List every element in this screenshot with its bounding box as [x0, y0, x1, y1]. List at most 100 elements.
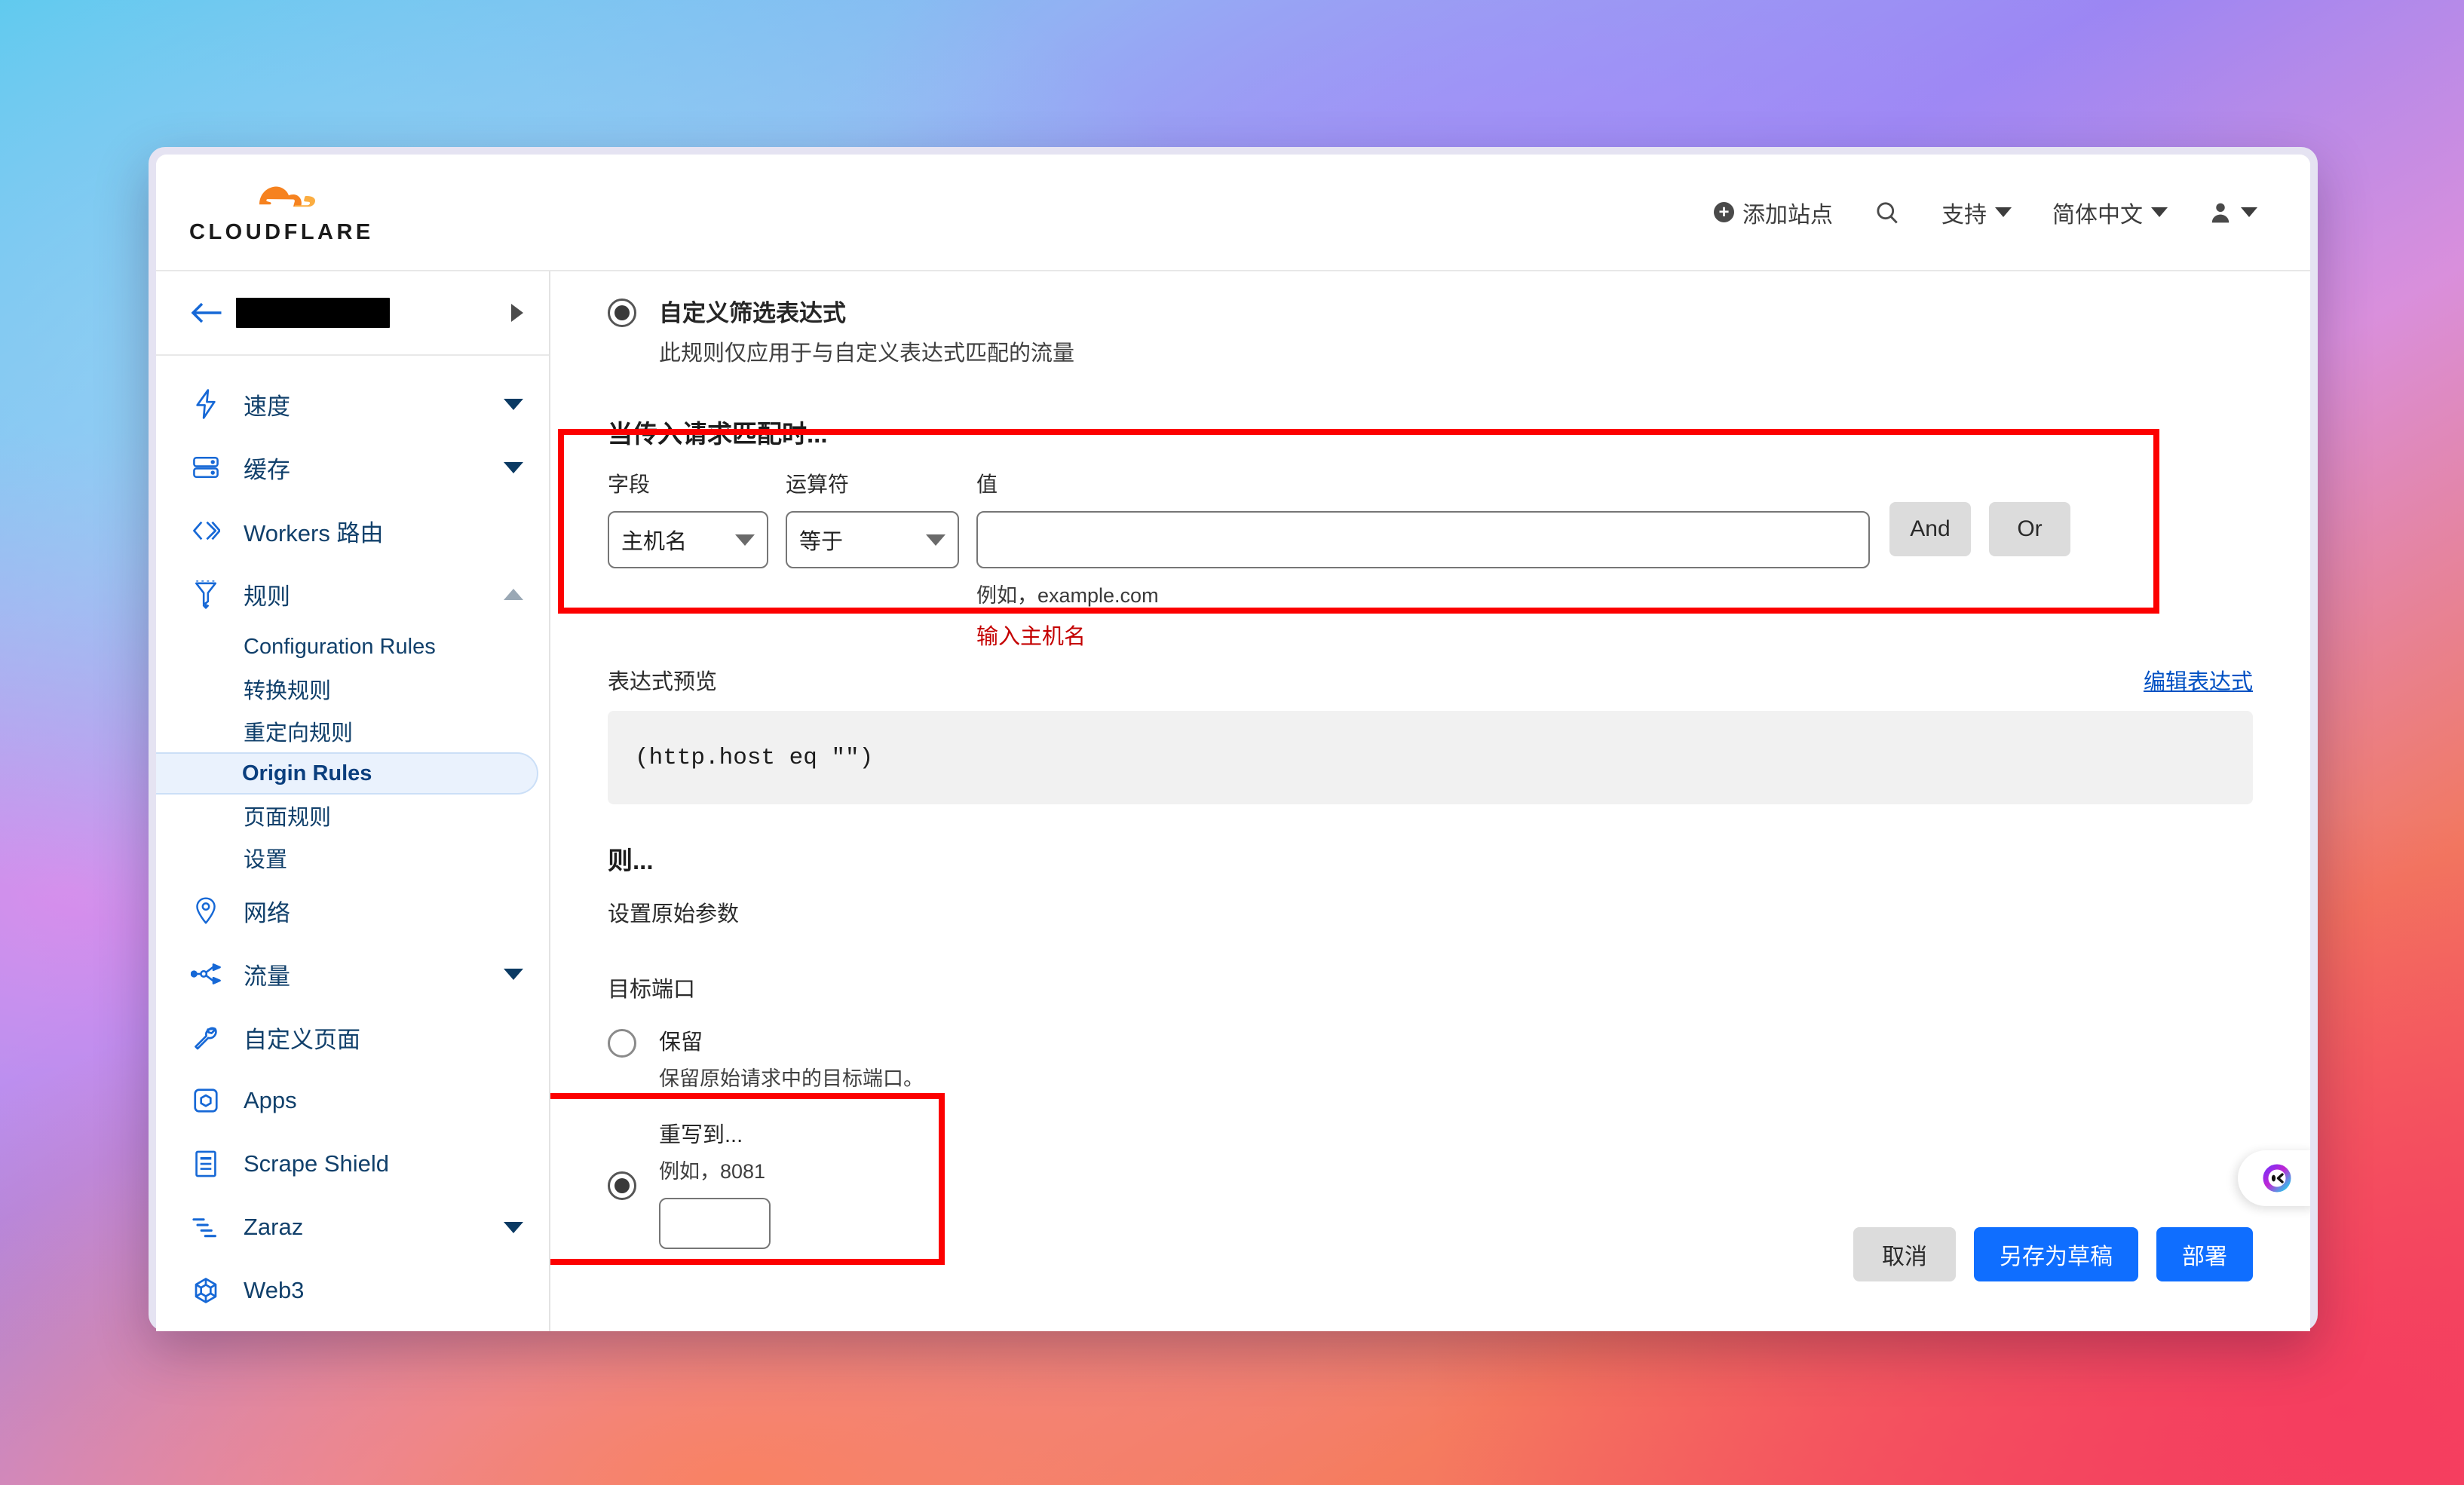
sidebar-item-label: Zaraz [244, 1214, 304, 1240]
operator-select-value: 等于 [799, 530, 844, 554]
back-arrow-icon [191, 302, 222, 323]
app-header: CLOUDFLARE + 添加站点 支持 简体中文 [156, 155, 2310, 271]
field-select-value: 主机名 [621, 530, 688, 554]
operator-select[interactable]: 等于 [786, 511, 959, 568]
custom-filter-title: 自定义筛选表达式 [659, 300, 846, 326]
sidebar-item-label: 流量 [244, 963, 290, 990]
main-content: 自定义筛选表达式 此规则仅应用于与自定义表达式匹配的流量 当传入请求匹配时...… [550, 271, 2310, 1331]
chevron-down-icon[interactable] [504, 968, 523, 980]
sidebar-item-label: 自定义页面 [244, 1026, 360, 1053]
sidebar-item-label: Workers 路由 [244, 519, 384, 547]
field-select[interactable]: 主机名 [608, 511, 768, 568]
sidebar-item-redirect-rules[interactable]: 重定向规则 [156, 710, 538, 752]
sidebar-item-workers-routes[interactable]: Workers 路由 [156, 499, 549, 562]
rewrite-port-subtitle: 例如，8081 [659, 1160, 766, 1183]
sidebar-item-apps[interactable]: Apps [156, 1069, 549, 1132]
radio-custom-filter[interactable] [608, 299, 636, 327]
radio-dot [614, 1036, 630, 1051]
edit-expression-link[interactable]: 编辑表达式 [2144, 664, 2253, 696]
sidebar-item-scrape-shield[interactable]: Scrape Shield [156, 1132, 549, 1196]
chevron-down-icon [1995, 207, 2012, 217]
radio-preserve-port[interactable] [608, 1029, 636, 1058]
sidebar-item-settings[interactable]: 设置 [156, 837, 538, 879]
rewrite-port-title: 重写到... [659, 1123, 743, 1147]
sidebar-subitem-label: Origin Rules [242, 761, 372, 785]
cancel-button[interactable]: 取消 [1853, 1227, 1956, 1281]
sidebar-item-origin-rules[interactable]: Origin Rules [156, 752, 538, 795]
zaraz-bars-icon [189, 1214, 222, 1240]
radio-rewrite-port[interactable] [608, 1171, 636, 1200]
sidebar-item-cache[interactable]: 缓存 [156, 436, 549, 499]
server-stack-icon [189, 455, 222, 480]
document-lines-icon [189, 1150, 222, 1178]
or-button[interactable]: Or [1989, 502, 2070, 556]
wrench-icon [189, 1024, 222, 1051]
sidebar-item-zaraz[interactable]: Zaraz [156, 1196, 549, 1259]
expression-preview-code: (http.host eq "") [635, 744, 874, 771]
operator-label: 运算符 [786, 473, 850, 496]
custom-filter-option[interactable]: 自定义筛选表达式 此规则仅应用于与自定义表达式匹配的流量 [608, 271, 2253, 367]
sidebar-item-network[interactable]: 网络 [156, 879, 549, 942]
sidebar-subitem-label: 页面规则 [244, 806, 332, 830]
sidebar-item-configuration-rules[interactable]: Configuration Rules [156, 626, 538, 668]
preserve-port-option[interactable]: 保留 保留原始请求中的目标端口。 [608, 1024, 2253, 1092]
chat-bubble-face-icon [2263, 1164, 2291, 1193]
chevron-right-icon [511, 304, 523, 322]
sidebar-item-custom-pages[interactable]: 自定义页面 [156, 1006, 549, 1069]
site-selector[interactable] [156, 271, 549, 356]
set-origin-parameters-label: 设置原始参数 [608, 902, 740, 926]
value-example-hint: 例如，example.com [976, 584, 1159, 607]
browser-window: CLOUDFLARE + 添加站点 支持 简体中文 速度 缓存 Workers … [149, 147, 2318, 1331]
chat-widget-button[interactable] [2238, 1150, 2310, 1206]
lightning-bolt-icon [189, 389, 222, 419]
and-button[interactable]: And [1889, 502, 1971, 556]
expression-preview-box: (http.host eq "") [608, 711, 2253, 804]
save-draft-button[interactable]: 另存为草稿 [1974, 1227, 2138, 1281]
account-menu[interactable] [2208, 200, 2257, 225]
chevron-down-icon[interactable] [504, 1221, 523, 1233]
chevron-down-icon[interactable] [504, 398, 523, 410]
support-menu[interactable]: 支持 [1941, 196, 2012, 229]
add-site-button[interactable]: + 添加站点 [1714, 196, 1833, 229]
web3-hexagon-icon [189, 1276, 222, 1305]
when-request-matches-heading: 当传入请求匹配时... [608, 420, 828, 448]
plus-circle-icon: + [1714, 202, 1734, 222]
then-heading: 则... [608, 847, 654, 874]
search-button[interactable] [1874, 199, 1901, 226]
preserve-port-title: 保留 [659, 1030, 703, 1055]
value-input[interactable] [976, 511, 1870, 568]
language-label: 简体中文 [2052, 202, 2143, 228]
sidebar-item-page-rules[interactable]: 页面规则 [156, 795, 538, 837]
value-label: 值 [976, 473, 998, 496]
support-label: 支持 [1941, 202, 1987, 228]
sidebar-item-rules[interactable]: 规则 [156, 562, 549, 626]
chevron-up-icon[interactable] [504, 588, 523, 600]
search-icon [1877, 201, 1898, 223]
operator-column: 运算符 等于 [786, 468, 959, 568]
rewrite-port-input[interactable] [659, 1198, 771, 1249]
expression-preview-header: 表达式预览 编辑表达式 [608, 664, 2253, 696]
site-name-redacted [236, 298, 390, 328]
app-box-icon [189, 1087, 222, 1114]
deploy-button[interactable]: 部署 [2156, 1227, 2253, 1281]
chevron-down-icon [735, 534, 755, 546]
and-or-buttons: And Or [1889, 502, 2070, 556]
sidebar-nav: 速度 缓存 Workers 路由 规则 Configuration Rules … [156, 356, 549, 1322]
radio-dot [614, 1177, 630, 1193]
sidebar-item-transform-rules[interactable]: 转换规则 [156, 668, 538, 710]
language-menu[interactable]: 简体中文 [2052, 196, 2168, 229]
sidebar-subitem-label: 转换规则 [244, 679, 332, 703]
cloudflare-cloud-icon [241, 179, 322, 219]
cloudflare-logo[interactable]: CLOUDFLARE [189, 179, 374, 245]
add-site-label: 添加站点 [1742, 202, 1833, 228]
sidebar-item-speed[interactable]: 速度 [156, 372, 549, 436]
form-actions: 取消 另存为草稿 部署 [1853, 1227, 2253, 1281]
sidebar-item-label: 规则 [244, 583, 290, 610]
sidebar-item-web3[interactable]: Web3 [156, 1259, 549, 1322]
preserve-port-subtitle: 保留原始请求中的目标端口。 [659, 1067, 924, 1090]
sidebar-subitem-label: Configuration Rules [244, 634, 436, 659]
sidebar-item-label: 缓存 [244, 456, 290, 483]
value-error-message: 输入主机名 [976, 625, 1086, 649]
sidebar-item-traffic[interactable]: 流量 [156, 942, 549, 1006]
chevron-down-icon[interactable] [504, 461, 523, 473]
